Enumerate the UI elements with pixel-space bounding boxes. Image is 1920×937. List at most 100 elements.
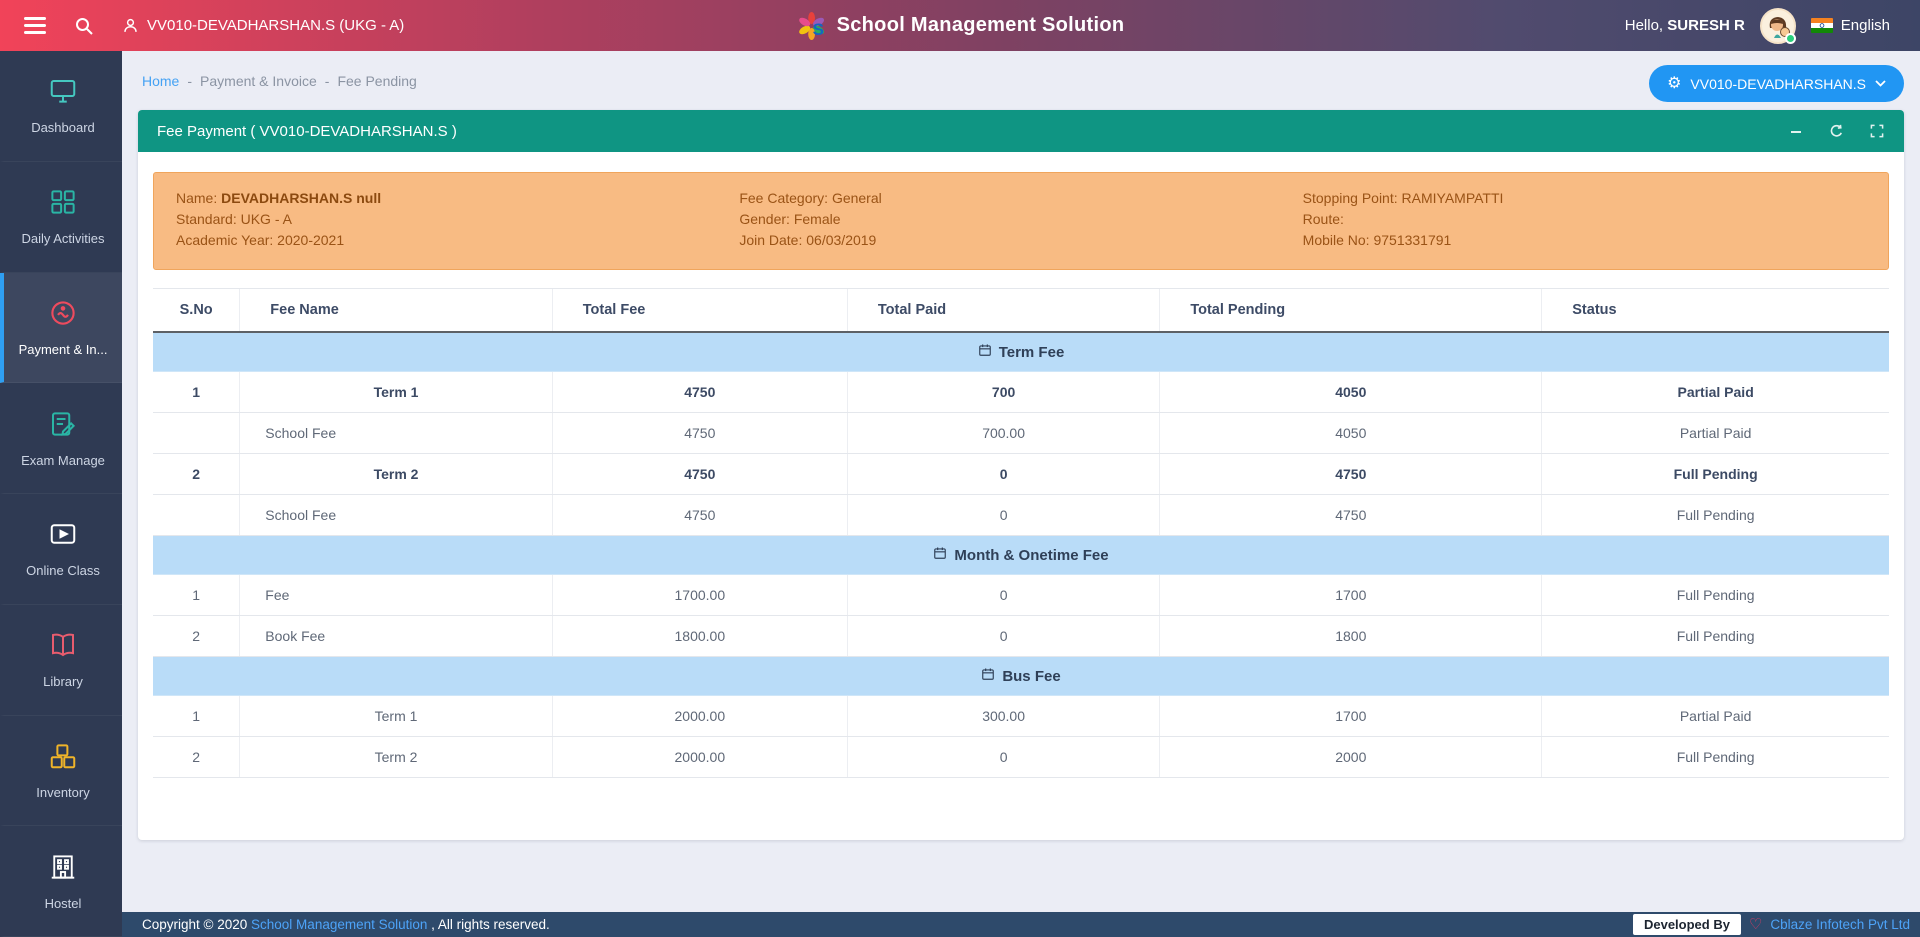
total-paid-cell: 700 [847,372,1159,413]
calendar-icon [978,343,992,361]
column-header-total-fee: Total Fee [552,289,847,333]
heart-icon: ♡ [1749,917,1762,932]
column-header-s-no: S.No [153,289,240,333]
student-info-field: Gender: Female [739,209,1302,230]
total-fee-cell: 1700.00 [552,575,847,616]
sidebar-item-inventory[interactable]: Inventory [0,716,122,827]
total-paid-cell: 300.00 [847,696,1159,737]
student-info-field: Name: DEVADHARSHAN.S null [176,188,739,209]
greeting-text: Hello, SURESH R [1625,17,1745,34]
panel-title: Fee Payment ( VV010-DEVADHARSHAN.S ) [157,123,457,140]
student-selector-button[interactable]: ⚙ VV010-DEVADHARSHAN.S [1649,65,1904,102]
fee-name-cell: Term 2 [240,454,552,495]
sidebar-item-label: Hostel [41,896,86,911]
status-cell: Full Pending [1542,454,1889,495]
total-fee-cell: 1800.00 [552,616,847,657]
sno-cell [153,413,240,454]
sno-cell: 1 [153,575,240,616]
total-paid-cell: 0 [847,575,1159,616]
sno-cell [153,495,240,536]
student-info-field: Mobile No: 9751331791 [1303,230,1866,251]
building-icon [48,852,78,887]
fee-row: 2Term 2475004750Full Pending [153,454,1889,495]
sidebar-item-dashboard[interactable]: Dashboard [0,51,122,162]
column-header-total-paid: Total Paid [847,289,1159,333]
fee-row: 1Term 12000.00300.001700Partial Paid [153,696,1889,737]
current-student-chip[interactable]: VV010-DEVADHARSHAN.S (UKG - A) [122,17,404,34]
copyright-text: Copyright © 2020 School Management Solut… [142,917,550,932]
total-pending-cell: 4050 [1160,372,1542,413]
hamburger-menu-icon[interactable] [24,17,46,34]
sidebar-item-label: Inventory [32,785,93,800]
total-fee-cell: 4750 [552,413,847,454]
sidebar-item-library[interactable]: Library [0,605,122,716]
fee-row: 2Term 22000.0002000Full Pending [153,737,1889,778]
sno-cell: 2 [153,737,240,778]
sidebar-item-label: Library [39,674,87,689]
sidebar-item-label: Exam Manage [17,453,109,468]
fee-section-title: Term Fee [999,344,1065,361]
total-fee-cell: 4750 [552,372,847,413]
fee-section-title: Bus Fee [1002,668,1060,685]
fullscreen-icon[interactable] [1869,123,1885,139]
fee-table-header-row: S.NoFee NameTotal FeeTotal PaidTotal Pen… [153,289,1889,333]
breadcrumb-separator: - [325,73,330,89]
status-cell: Partial Paid [1542,372,1889,413]
fee-row: 1Fee1700.0001700Full Pending [153,575,1889,616]
search-icon[interactable] [74,16,94,36]
breadcrumb-item-home[interactable]: Home [142,73,179,89]
sno-cell: 2 [153,616,240,657]
sidebar-item-daily-activities[interactable]: Daily Activities [0,162,122,273]
total-pending-cell: 4050 [1160,413,1542,454]
status-cell: Full Pending [1542,495,1889,536]
fee-section-header-month-onetime-fee: Month & Onetime Fee [153,536,1889,575]
total-paid-cell: 0 [847,616,1159,657]
sidebar-item-hostel[interactable]: Hostel [0,826,122,937]
fee-row: School Fee475004750Full Pending [153,495,1889,536]
developer-link[interactable]: Cblaze Infotech Pvt Ltd [1770,917,1910,932]
user-avatar[interactable] [1760,8,1796,44]
fee-name-cell: Fee [240,575,552,616]
total-fee-cell: 2000.00 [552,737,847,778]
breadcrumb-item-payment-invoice: Payment & Invoice [200,73,317,89]
fee-name-cell: Term 1 [240,696,552,737]
chevron-down-icon [1875,80,1886,87]
sidebar-item-online-class[interactable]: Online Class [0,494,122,605]
refresh-icon[interactable] [1828,123,1845,140]
status-cell: Full Pending [1542,616,1889,657]
sidebar-item-payment-in[interactable]: Payment & In... [0,273,122,384]
sidebar-item-label: Daily Activities [17,231,108,246]
total-paid-cell: 700.00 [847,413,1159,454]
current-student-label: VV010-DEVADHARSHAN.S (UKG - A) [147,17,404,34]
total-pending-cell: 1700 [1160,575,1542,616]
total-pending-cell: 1800 [1160,616,1542,657]
fee-payment-panel: Fee Payment ( VV010-DEVADHARSHAN.S ) [138,110,1904,840]
sidebar-item-label: Online Class [22,563,104,578]
student-selector-label: VV010-DEVADHARSHAN.S [1690,76,1866,92]
column-header-total-pending: Total Pending [1160,289,1542,333]
total-fee-cell: 4750 [552,495,847,536]
exam-icon [48,409,78,444]
fee-name-cell: School Fee [240,413,552,454]
copyright-link[interactable]: School Management Solution [251,917,427,932]
status-cell: Full Pending [1542,737,1889,778]
column-header-status: Status [1542,289,1889,333]
greeting-username: SURESH R [1667,17,1745,34]
online-status-dot [1785,33,1796,44]
minimize-icon[interactable] [1788,123,1804,139]
language-selector[interactable]: English [1811,17,1890,34]
sidebar: Dashboard Daily Activities Payment & In...… [0,51,122,937]
payment-icon [48,298,78,333]
total-fee-cell: 2000.00 [552,696,847,737]
status-cell: Full Pending [1542,575,1889,616]
developed-by-label: Developed By [1633,914,1741,935]
person-icon [122,17,139,34]
footer: Copyright © 2020 School Management Solut… [122,912,1920,937]
breadcrumb: Home-Payment & Invoice-Fee Pending [142,73,417,89]
sno-cell: 1 [153,372,240,413]
student-info-field: Route: [1303,209,1866,230]
india-flag-icon [1811,18,1833,33]
app-title: School Management Solution [837,14,1125,37]
sidebar-item-exam-manage[interactable]: Exam Manage [0,383,122,494]
student-info-field: Academic Year: 2020-2021 [176,230,739,251]
